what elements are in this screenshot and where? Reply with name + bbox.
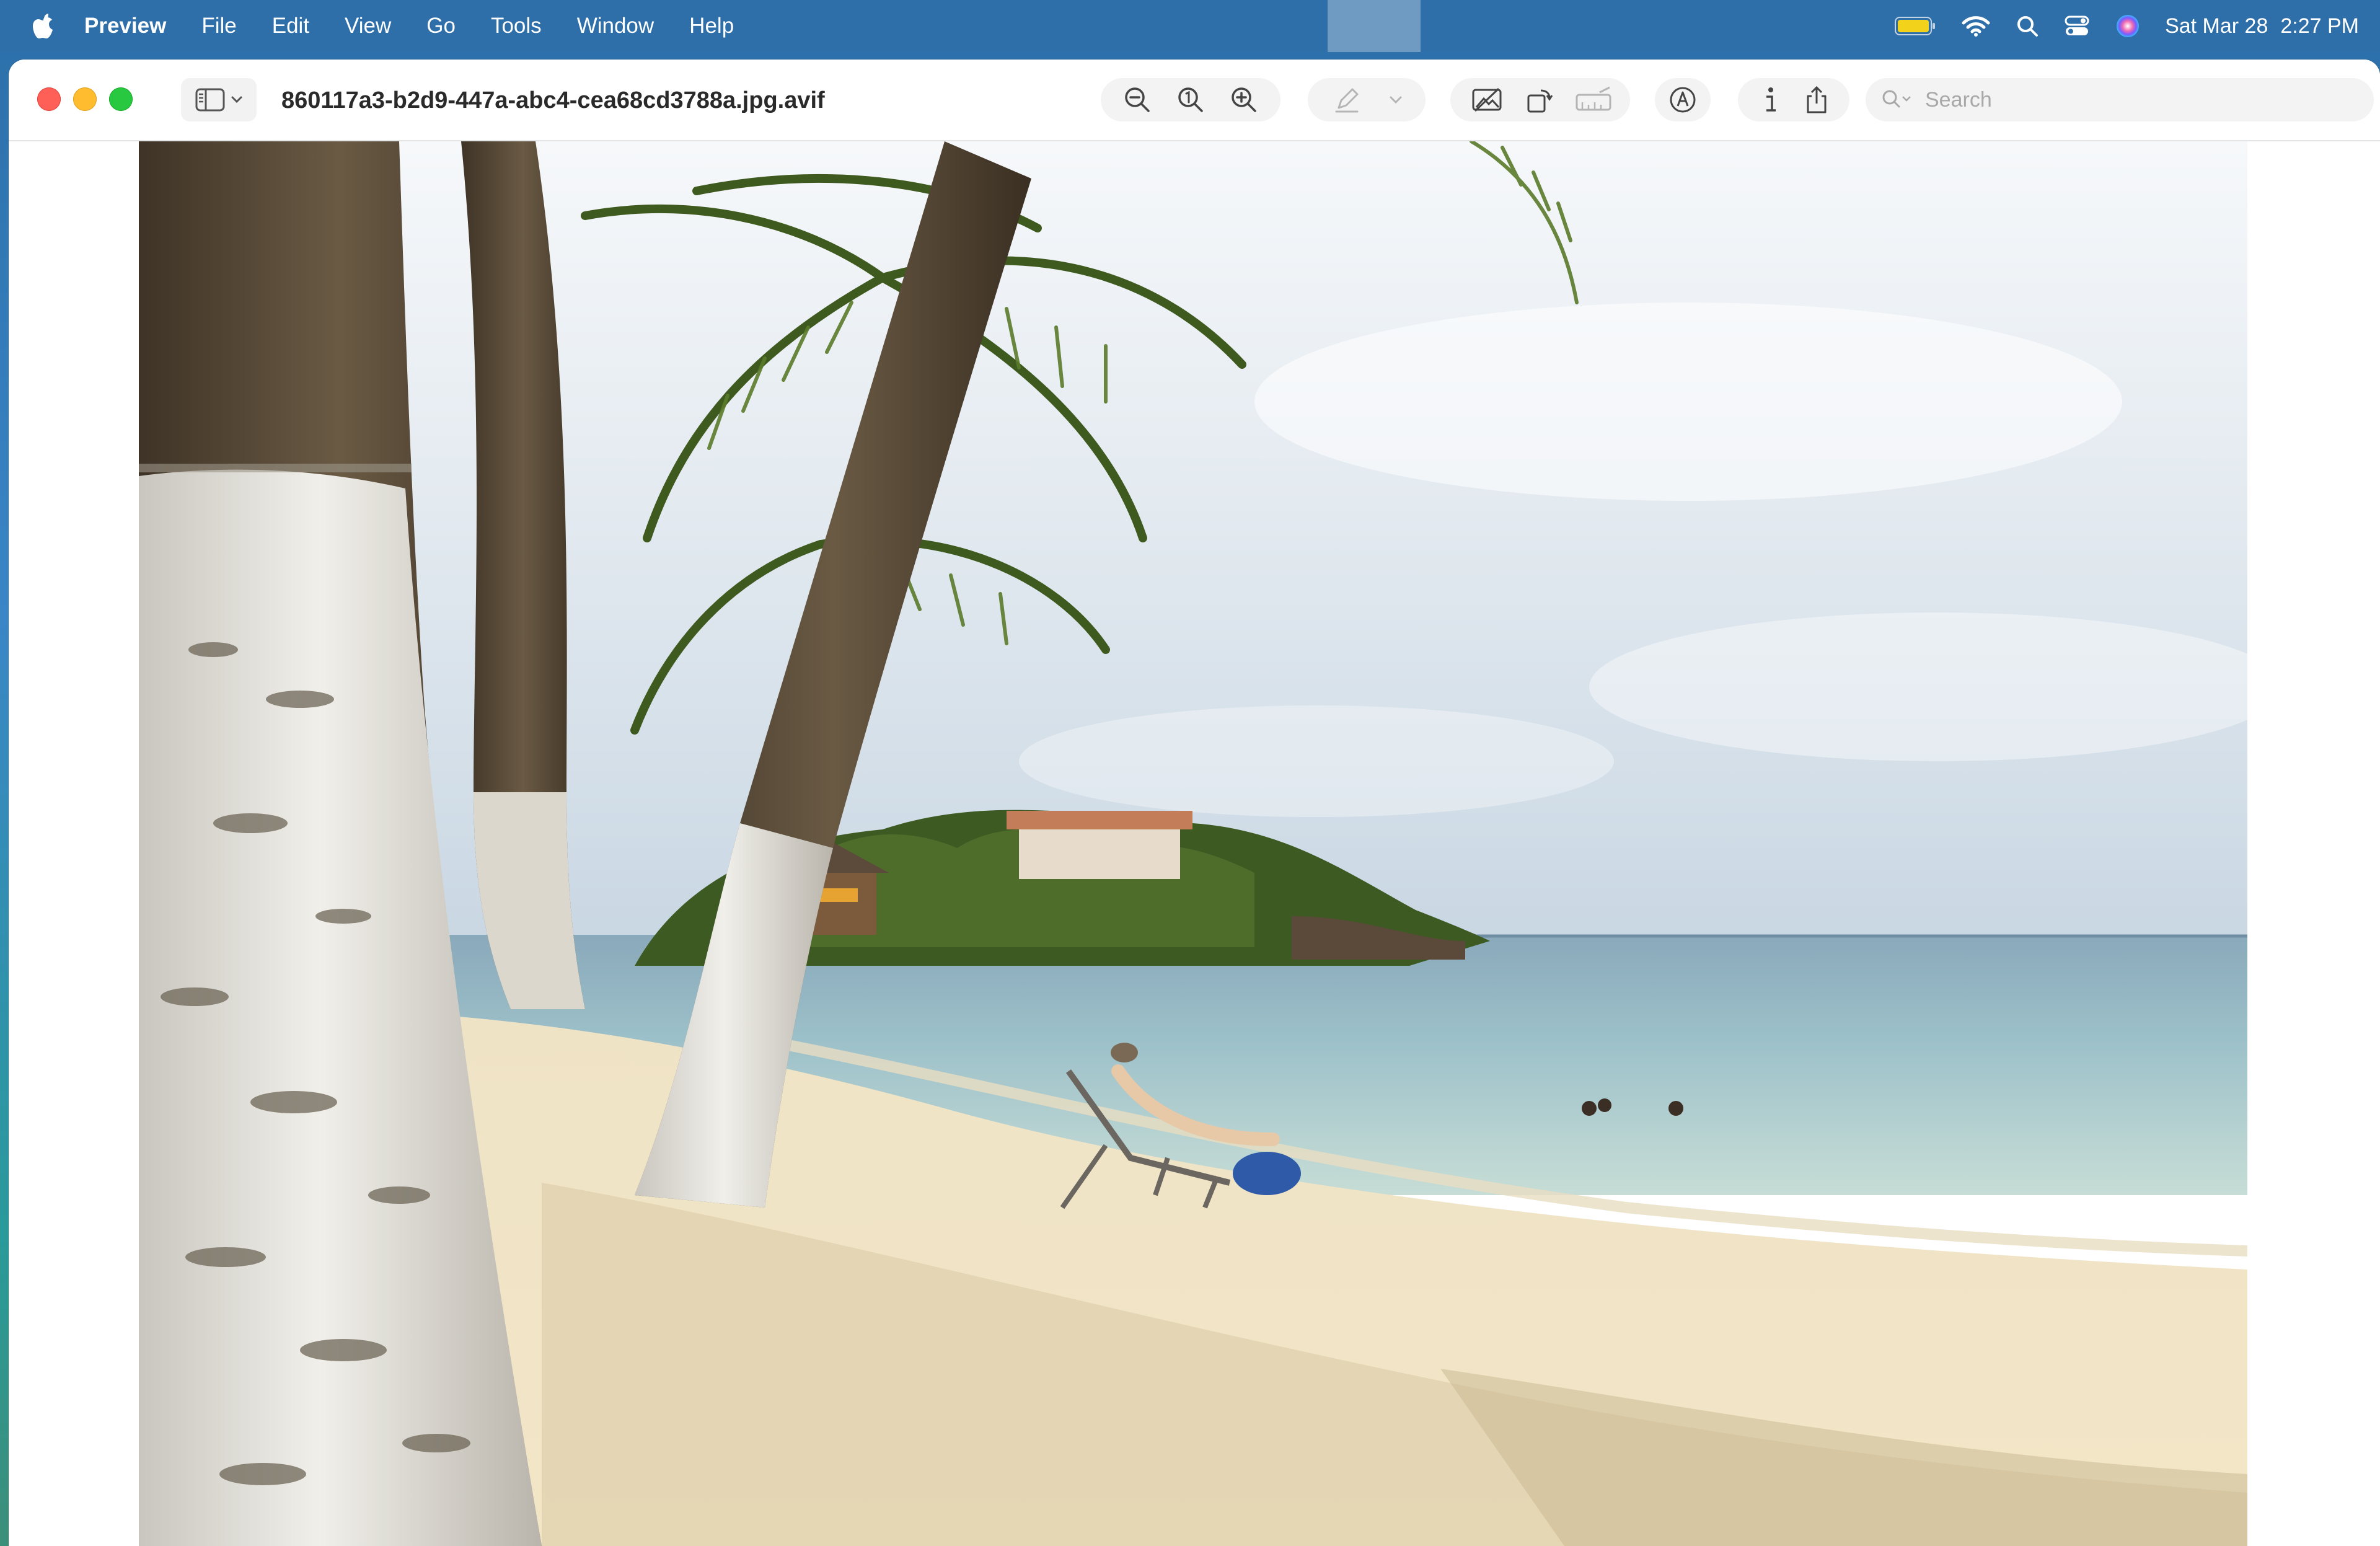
zoom-controls — [1101, 78, 1280, 121]
menu-file[interactable]: File — [201, 14, 236, 38]
document-title: 860117a3-b2d9-447a-abc4-cea68cd3788a.jpg… — [281, 87, 825, 113]
close-window-button[interactable] — [37, 87, 61, 111]
minimize-window-button[interactable] — [73, 87, 97, 111]
zoom-out-button[interactable] — [1116, 78, 1159, 121]
clock-date: Sat Mar 28 — [2165, 14, 2268, 38]
share-button[interactable] — [1795, 78, 1838, 121]
crop-resize-icon — [1576, 86, 1611, 111]
apple-menu-icon[interactable] — [31, 11, 56, 41]
actual-size-button[interactable] — [1169, 78, 1212, 121]
menu-window[interactable]: Window — [577, 14, 654, 38]
highlight-button[interactable] — [1325, 78, 1368, 121]
info-share-controls — [1738, 78, 1849, 121]
battery-icon[interactable] — [1895, 16, 1936, 36]
menu-bar: Preview File Edit View Go Tools Window H… — [0, 0, 2380, 52]
menubar-extra-item[interactable] — [1328, 0, 1421, 52]
menubar-clock[interactable]: Sat Mar 28 2:27 PM — [2165, 14, 2359, 38]
sidebar-icon — [195, 88, 225, 112]
zoom-in-button[interactable] — [1222, 78, 1266, 121]
edit-controls — [1450, 78, 1630, 121]
preview-window: 860117a3-b2d9-447a-abc4-cea68cd3788a.jpg… — [9, 60, 2380, 1546]
info-button[interactable] — [1749, 78, 1792, 121]
control-center-icon[interactable] — [2065, 15, 2089, 37]
info-icon — [1766, 87, 1776, 112]
share-icon — [1807, 86, 1827, 113]
markup-icon — [1670, 87, 1696, 113]
window-toolbar: 860117a3-b2d9-447a-abc4-cea68cd3788a.jpg… — [9, 60, 2380, 141]
menu-go[interactable]: Go — [426, 14, 456, 38]
menu-tools[interactable]: Tools — [491, 14, 542, 38]
search-field[interactable] — [1866, 78, 2374, 121]
chevron-down-icon — [231, 96, 242, 104]
menu-preview[interactable]: Preview — [84, 14, 166, 38]
beach-photo — [139, 141, 2247, 1546]
actual-size-icon — [1178, 87, 1203, 112]
highlight-controls — [1308, 78, 1426, 121]
rotate-button[interactable] — [1518, 78, 1562, 121]
spotlight-search-icon[interactable] — [2016, 15, 2038, 37]
menu-view[interactable]: View — [345, 14, 391, 38]
menu-edit[interactable]: Edit — [272, 14, 309, 38]
rotate-icon — [1527, 89, 1553, 113]
clock-time: 2:27 PM — [2280, 14, 2359, 38]
siri-icon[interactable] — [2115, 14, 2140, 38]
markup-controls — [1655, 78, 1711, 121]
chevron-down-icon — [1390, 96, 1402, 104]
zoom-in-icon — [1232, 87, 1256, 112]
search-input[interactable] — [1924, 87, 2360, 113]
wifi-icon[interactable] — [1962, 15, 1990, 37]
crop-resize-button[interactable] — [1572, 78, 1615, 121]
sidebar-toggle-button[interactable] — [181, 78, 257, 121]
search-icon — [1882, 90, 1911, 108]
document-canvas[interactable] — [9, 141, 2380, 1546]
adjust-color-icon — [1472, 87, 1502, 112]
adjust-color-button[interactable] — [1465, 78, 1509, 121]
zoom-out-icon — [1125, 87, 1150, 112]
fullscreen-window-button[interactable] — [109, 87, 133, 111]
highlight-pen-icon — [1335, 88, 1359, 113]
highlight-menu-button[interactable] — [1383, 78, 1408, 121]
menu-help[interactable]: Help — [689, 14, 734, 38]
markup-button[interactable] — [1661, 78, 1704, 121]
